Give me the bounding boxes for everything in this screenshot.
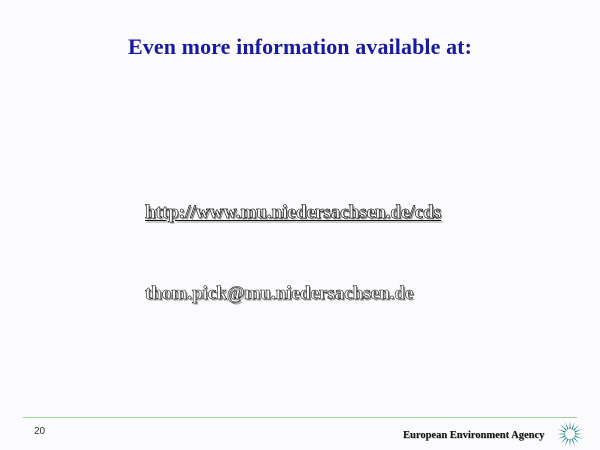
footer-organization: European Environment Agency <box>403 430 545 441</box>
logo-ray <box>560 424 567 431</box>
info-link-text[interactable]: http://www.mu.niedersachsen.de/cds <box>145 202 442 224</box>
logo-ray <box>557 429 566 433</box>
info-link[interactable]: http://www.mu.niedersachsen.de/cds <box>145 202 442 224</box>
eea-logo-icon <box>557 421 583 447</box>
logo-ray <box>574 433 583 435</box>
logo-ray <box>574 435 583 439</box>
logo-ray <box>573 424 580 431</box>
contact-email: thom.pick@mu.niedersachsen.de <box>145 283 414 305</box>
logo-ray <box>557 435 566 439</box>
logo-ray <box>565 421 569 430</box>
logo-ray <box>569 438 571 447</box>
logo-ray <box>565 438 569 447</box>
logo-ray <box>560 437 567 444</box>
logo-ray <box>569 421 571 430</box>
slide-title: Even more information available at: <box>127 34 473 59</box>
logo-ray <box>574 429 583 433</box>
logo-ray <box>571 421 575 430</box>
footer-divider <box>23 417 577 418</box>
slide: Even more information available at: http… <box>0 0 600 450</box>
page-number: 20 <box>34 426 46 437</box>
logo-ray <box>571 438 575 447</box>
logo-ray <box>557 433 566 435</box>
logo-ray <box>573 437 580 444</box>
